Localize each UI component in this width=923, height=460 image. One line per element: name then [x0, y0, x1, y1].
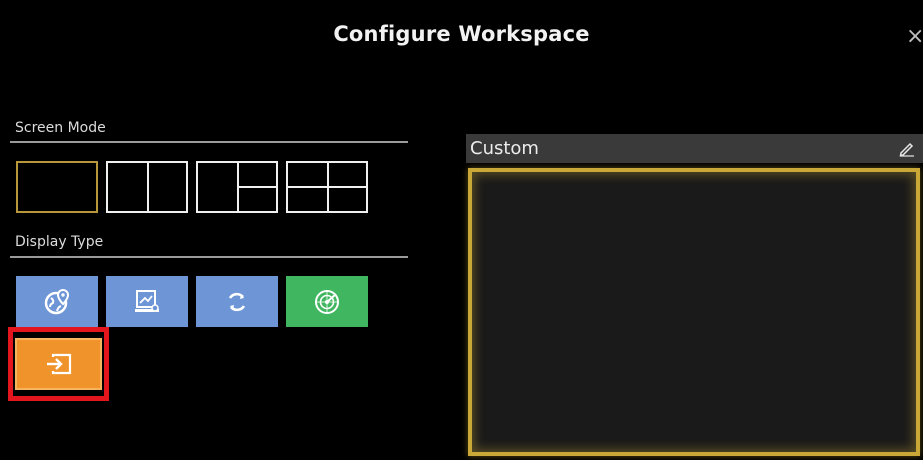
- dialog-title: Configure Workspace: [333, 22, 590, 46]
- radar-icon: [315, 289, 339, 314]
- screen-mode-single-button[interactable]: [16, 161, 98, 213]
- screen-mode-one-plus-two-button[interactable]: [196, 161, 278, 213]
- input-source-icon: [46, 353, 71, 375]
- screen-mode-divider: [10, 141, 408, 143]
- screen-mode-label: Screen Mode: [15, 120, 106, 136]
- display-type-label: Display Type: [15, 234, 104, 250]
- pencil-icon[interactable]: [898, 139, 916, 157]
- workspace-preview[interactable]: [468, 168, 920, 456]
- chart-display-icon: [135, 289, 159, 312]
- preview-header: Custom: [466, 134, 923, 163]
- globe-pin-icon: [44, 288, 70, 314]
- display-type-refresh-button[interactable]: [196, 276, 278, 327]
- display-type-input-button[interactable]: [15, 338, 102, 390]
- display-type-globe-button[interactable]: [16, 276, 98, 327]
- close-icon[interactable]: ×: [906, 26, 923, 48]
- screen-mode-two-vertical-button[interactable]: [106, 161, 188, 213]
- display-type-radar-button[interactable]: [286, 276, 368, 327]
- display-type-divider: [10, 256, 408, 258]
- display-type-chart-button[interactable]: [106, 276, 188, 327]
- preview-title: Custom: [470, 138, 539, 159]
- refresh-icon: [228, 292, 246, 311]
- screen-mode-quad-button[interactable]: [286, 161, 368, 213]
